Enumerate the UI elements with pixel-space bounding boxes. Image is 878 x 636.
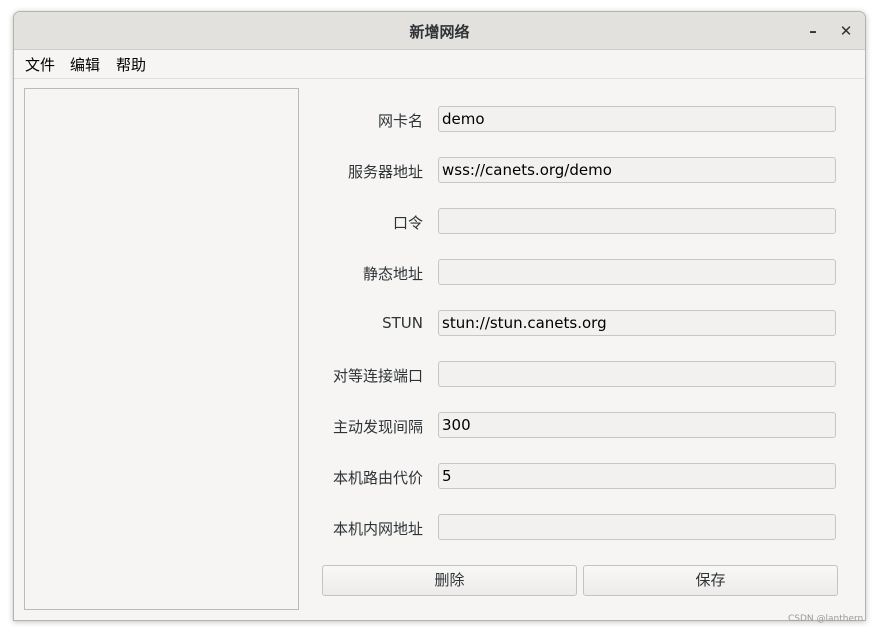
menu-help[interactable]: 帮助 bbox=[116, 54, 146, 75]
local-address-input[interactable] bbox=[438, 514, 836, 540]
form-row-discovery-interval: 主动发现间隔 bbox=[314, 412, 839, 440]
form-row-server-address: 服务器地址 bbox=[314, 157, 839, 185]
form-row-stun: STUN bbox=[314, 310, 839, 338]
close-icon[interactable]: ✕ bbox=[835, 20, 857, 42]
form-row-static-address: 静态地址 bbox=[314, 259, 839, 287]
peer-port-label: 对等连接端口 bbox=[332, 367, 423, 385]
window-title: 新增网络 bbox=[409, 23, 470, 41]
form-row-peer-port: 对等连接端口 bbox=[314, 361, 839, 389]
form-row-route-cost: 本机路由代价 bbox=[314, 463, 839, 491]
stun-input[interactable] bbox=[438, 310, 836, 336]
route-cost-label: 本机路由代价 bbox=[332, 469, 423, 487]
form-row-local-address: 本机内网地址 bbox=[314, 514, 839, 542]
stun-label: STUN bbox=[382, 314, 423, 332]
title-bar[interactable]: 新增网络 – ✕ bbox=[14, 12, 865, 50]
static-address-label: 静态地址 bbox=[362, 265, 423, 283]
local-address-label: 本机内网地址 bbox=[332, 520, 423, 538]
form-row-nic-name: 网卡名 bbox=[314, 106, 839, 134]
server-address-input[interactable] bbox=[438, 157, 836, 183]
nic-name-input[interactable] bbox=[438, 106, 836, 132]
static-address-input[interactable] bbox=[438, 259, 836, 285]
network-list-panel[interactable] bbox=[24, 88, 299, 610]
watermark: CSDN @lanthern bbox=[788, 614, 864, 624]
delete-button[interactable]: 删除 bbox=[322, 565, 577, 596]
menu-bar: 文件 编辑 帮助 bbox=[14, 50, 865, 79]
discovery-interval-label: 主动发现间隔 bbox=[332, 418, 423, 436]
app-window: 新增网络 – ✕ 文件 编辑 帮助 网卡名 服务器地址 口令 静态地址 STUN… bbox=[13, 11, 866, 621]
password-label: 口令 bbox=[392, 214, 423, 232]
minimize-icon[interactable]: – bbox=[802, 20, 824, 42]
password-input[interactable] bbox=[438, 208, 836, 234]
peer-port-input[interactable] bbox=[438, 361, 836, 387]
save-button[interactable]: 保存 bbox=[583, 565, 838, 596]
form-row-password: 口令 bbox=[314, 208, 839, 236]
server-address-label: 服务器地址 bbox=[347, 163, 423, 181]
route-cost-input[interactable] bbox=[438, 463, 836, 489]
discovery-interval-input[interactable] bbox=[438, 412, 836, 438]
nic-name-label: 网卡名 bbox=[377, 112, 423, 130]
menu-file[interactable]: 文件 bbox=[25, 54, 55, 75]
menu-edit[interactable]: 编辑 bbox=[70, 54, 100, 75]
